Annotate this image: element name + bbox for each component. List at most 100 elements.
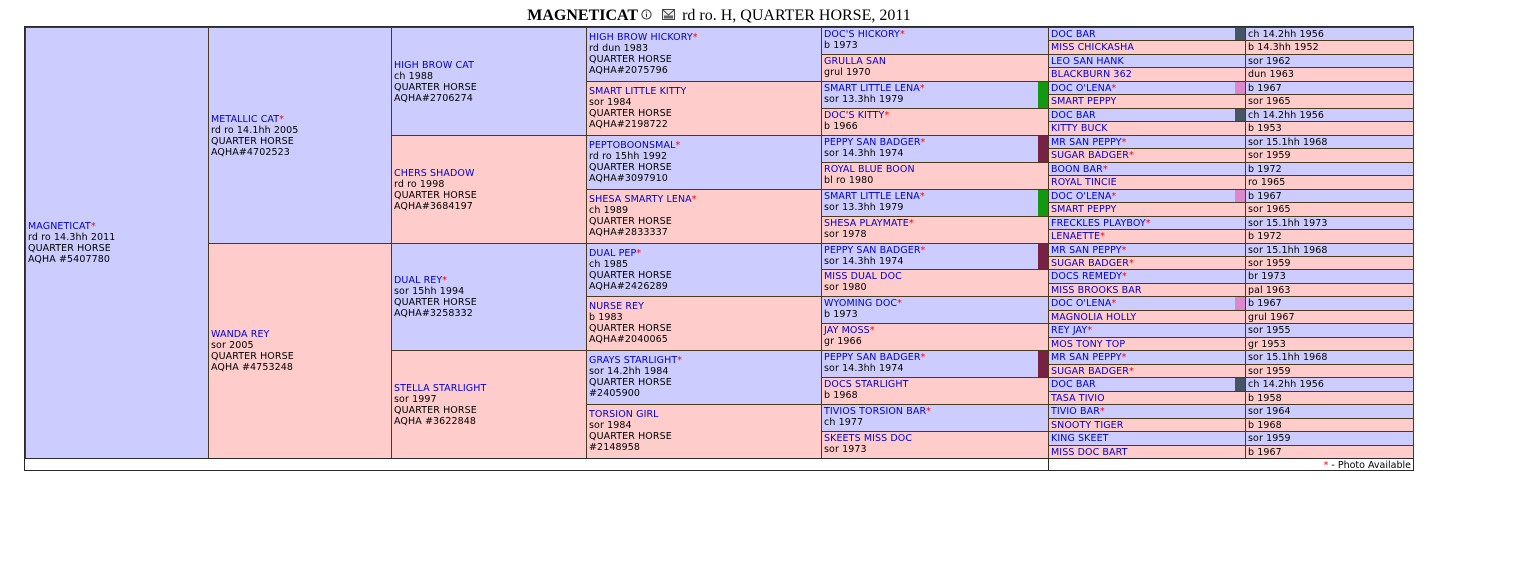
horse-name-link[interactable]: DUAL PEP <box>589 248 636 259</box>
photo-available-star: * <box>1111 82 1117 94</box>
horse-name-link[interactable]: MOS TONY TOP <box>1051 339 1125 350</box>
horse-name-link[interactable]: GRULLA SAN <box>824 56 886 67</box>
g4-horse-cell: NURSE REY b 1983 QUARTER HORSE AQHA#2040065 <box>586 296 822 351</box>
photo-available-star: * <box>90 221 96 232</box>
horse-name-link[interactable]: WANDA REY <box>211 329 269 340</box>
horse-name-link[interactable]: DOC BAR <box>1051 29 1096 40</box>
photo-available-star: * <box>675 140 681 151</box>
cross-marker <box>1235 378 1245 391</box>
horse-name-link[interactable]: MR SAN PEPPY <box>1051 245 1122 256</box>
horse-detail-line: QUARTER HORSE <box>589 108 672 119</box>
horse-name-link[interactable]: LEO SAN HANK <box>1051 56 1124 67</box>
pedigree-title: MAGNETICAT rd ro. H, QUARTER HORSE, 2011 <box>24 7 1414 25</box>
horse-name-link[interactable]: PEPPY SAN BADGER <box>824 352 921 363</box>
horse-name-link[interactable]: SHESA PLAYMATE <box>824 218 909 229</box>
horse-name-link[interactable]: HIGH BROW HICKORY <box>589 32 693 43</box>
photo-available-star: * <box>1111 190 1117 202</box>
horse-name-line: HIGH BROW CAT <box>394 60 584 71</box>
horse-name-link[interactable]: SNOOTY TIGER <box>1051 420 1124 431</box>
horse-name-line: MAGNETICAT* <box>28 221 206 232</box>
horse-name-link[interactable]: MAGNETICAT <box>28 221 91 232</box>
horse-name-link[interactable]: NURSE REY <box>589 301 644 312</box>
horse-name-link[interactable]: HIGH BROW CAT <box>394 60 474 71</box>
horse-name-link[interactable]: SUGAR BADGER <box>1051 150 1129 161</box>
photo-available-star: * <box>1145 217 1151 229</box>
horse-name-link[interactable]: DOCS REMEDY <box>1051 271 1122 282</box>
horse-name-link[interactable]: SKEETS MISS DOC <box>824 433 912 444</box>
horse-name-link[interactable]: PEPTOBOONSMAL <box>589 140 675 151</box>
cross-marker <box>1038 82 1048 108</box>
horse-name-link[interactable]: DUAL REY <box>394 275 442 286</box>
horse-detail-line: AQHA#2198722 <box>589 119 668 130</box>
horse-name-link[interactable]: CHERS SHADOW <box>394 168 475 179</box>
horse-name-line: TIVIO BAR* <box>1051 406 1105 417</box>
horse-name-link[interactable]: GRAYS STARLIGHT <box>589 355 677 366</box>
horse-name-link[interactable]: MISS DUAL DOC <box>824 271 902 282</box>
horse-name-link[interactable]: SMART LITTLE LENA <box>824 191 920 202</box>
g6-horse-cell: SNOOTY TIGER <box>1048 418 1246 432</box>
g6-detail-cell: sor 15.1hh 1973 <box>1245 216 1414 230</box>
g6-horse-cell: FRECKLES PLAYBOY* <box>1048 216 1246 230</box>
horse-name-link[interactable]: STELLA STARLIGHT <box>394 383 486 394</box>
horse-name-link[interactable]: SMART PEPPY <box>1051 204 1116 215</box>
horse-name-link[interactable]: LENAETTE <box>1051 231 1100 242</box>
horse-name-link[interactable]: SMART PEPPY <box>1051 96 1116 107</box>
horse-name-link[interactable]: DOC'S HICKORY <box>824 29 900 40</box>
horse-name-line: DOC BAR <box>1051 29 1096 40</box>
horse-name-link[interactable]: DOC'S KITTY <box>824 110 884 121</box>
horse-name-link[interactable]: DOCS STARLIGHT <box>824 379 908 390</box>
horse-name-link[interactable]: TIVIOS TORSION BAR <box>824 406 926 417</box>
horse-name-link[interactable]: MR SAN PEPPY <box>1051 352 1122 363</box>
cross-marker <box>1235 28 1245 40</box>
horse-name-link[interactable]: SUGAR BADGER <box>1051 366 1129 377</box>
horse-name-link[interactable]: MISS DOC BART <box>1051 447 1128 458</box>
horse-name-link[interactable]: MISS CHICKASHA <box>1051 42 1134 53</box>
horse-detail-line: ch 1985 <box>589 259 629 270</box>
g6-horse-cell: DOC BAR <box>1048 27 1246 41</box>
horse-name-link[interactable]: TORSION GIRL <box>589 409 659 420</box>
horse-name-link[interactable]: METALLIC CAT <box>211 114 279 125</box>
horse-name-link[interactable]: SMART LITTLE LENA <box>824 83 920 94</box>
horse-name-link[interactable]: ROYAL BLUE BOON <box>824 164 915 175</box>
horse-name-link[interactable]: ROYAL TINCIE <box>1051 177 1117 188</box>
horse-detail-line: AQHA#2040065 <box>589 334 668 345</box>
horse-detail-line: QUARTER HORSE <box>394 81 477 93</box>
horse-name-link[interactable]: TIVIO BAR <box>1051 406 1100 417</box>
horse-name-link[interactable]: FRECKLES PLAYBOY <box>1051 218 1146 229</box>
horse-name-link[interactable]: DOC BAR <box>1051 110 1096 121</box>
horse-name-link[interactable]: KING SKEET <box>1051 433 1109 444</box>
g4-horse-cell: GRAYS STARLIGHT* sor 14.2hh 1984 QUARTER H… <box>586 350 822 405</box>
horse-name-link[interactable]: SUGAR BADGER <box>1051 258 1129 269</box>
horse-name-link[interactable]: PEPPY SAN BADGER <box>824 245 921 256</box>
horse-name-link[interactable]: KITTY BUCK <box>1051 123 1108 134</box>
horse-name-link[interactable]: JAY MOSS <box>824 325 870 336</box>
horse-name-link[interactable]: MR SAN PEPPY <box>1051 137 1122 148</box>
horse-name-link[interactable]: MAGNOLIA HOLLY <box>1051 312 1136 323</box>
horse-name-link[interactable]: MISS BROOKS BAR <box>1051 285 1142 296</box>
horse-name-link[interactable]: SHESA SMARTY LENA <box>589 194 692 205</box>
horse-name-link[interactable]: BLACKBURN 362 <box>1051 69 1132 80</box>
horse-detail-line: b 1973 <box>824 40 858 51</box>
horse-name-link[interactable]: BOON BAR <box>1051 164 1103 175</box>
horse-name-link[interactable]: PEPPY SAN BADGER <box>824 137 921 148</box>
horse-name-link[interactable]: DOC O'LENA <box>1051 83 1111 94</box>
horse-name-line: TORSION GIRL <box>589 409 659 420</box>
horse-name-link[interactable]: DOC BAR <box>1051 379 1096 390</box>
horse-name-link[interactable]: DOC O'LENA <box>1051 191 1111 202</box>
info-circle-icon[interactable] <box>641 7 652 25</box>
cross-marker <box>1038 136 1048 162</box>
horse-detail-line: QUARTER HORSE <box>589 323 672 334</box>
horse-detail-line: AQHA#3097910 <box>589 173 668 184</box>
g6-horse-cell: LEO SAN HANK <box>1048 54 1246 68</box>
horse-name-link[interactable]: REY JAY <box>1051 325 1087 336</box>
photo-available-star: * <box>677 355 683 366</box>
horse-detail-line: QUARTER HORSE <box>589 270 672 281</box>
horse-name-link[interactable]: DOC O'LENA <box>1051 298 1111 309</box>
horse-name-link[interactable]: TASA TIVIO <box>1051 393 1105 404</box>
g6-detail-cell: gr 1953 <box>1245 337 1414 351</box>
horse-name-link[interactable]: SMART LITTLE KITTY <box>589 86 686 97</box>
horse-name-line: REY JAY* <box>1051 325 1092 336</box>
envelope-icon[interactable] <box>662 7 676 25</box>
horse-detail-line: sor 1997 <box>394 393 437 405</box>
horse-name-link[interactable]: WYOMING DOC <box>824 298 897 309</box>
